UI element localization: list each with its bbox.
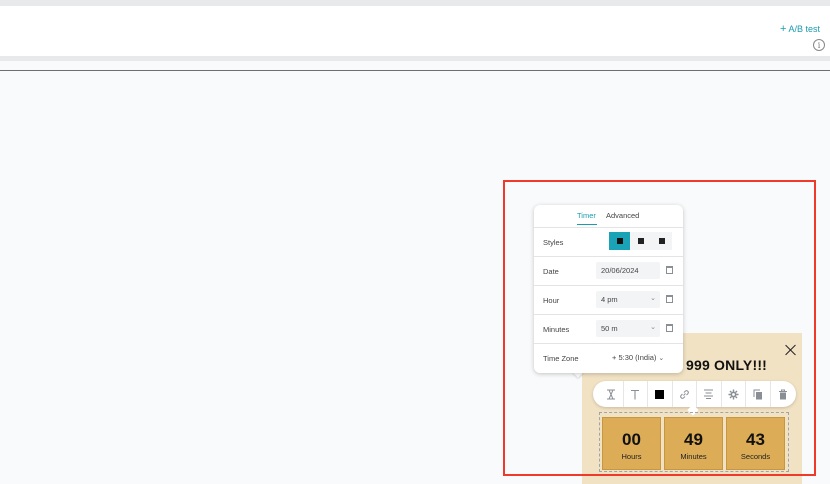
page-header: + A/B test i: [0, 6, 830, 56]
header-bottom-strip: [0, 56, 830, 61]
info-icon[interactable]: i: [813, 39, 825, 51]
highlight-box: [503, 180, 816, 476]
ab-test-label: A/B test: [788, 24, 820, 34]
plus-icon: +: [780, 22, 787, 35]
ab-test-button[interactable]: + A/B test: [780, 22, 820, 35]
canvas-divider: [0, 70, 830, 71]
